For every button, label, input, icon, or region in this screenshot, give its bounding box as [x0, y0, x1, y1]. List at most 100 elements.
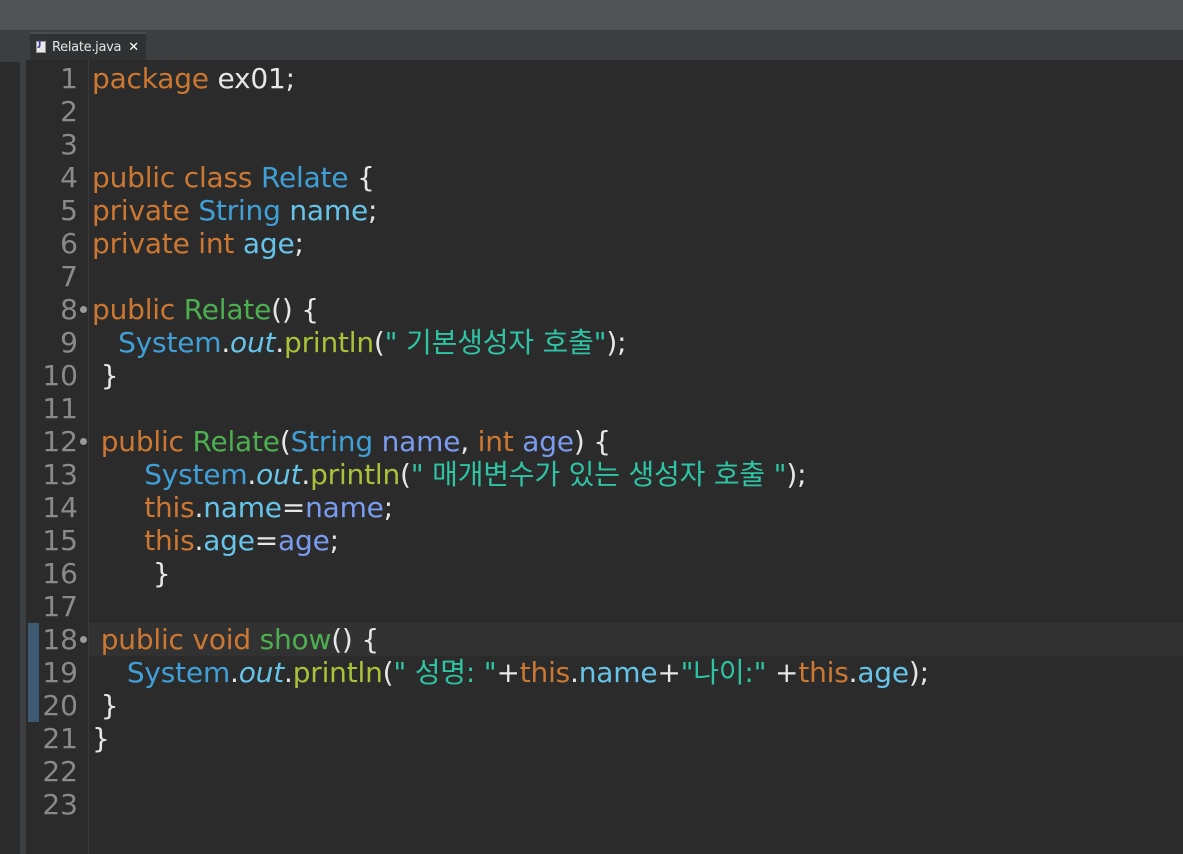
editor-tab-relate-java[interactable]: Relate.java ✕: [30, 32, 146, 60]
fold-toggle-icon[interactable]: [80, 438, 87, 445]
code-line[interactable]: public Relate(String name, int age) {: [92, 425, 611, 458]
code-line[interactable]: }: [92, 689, 119, 722]
code-token: private int: [92, 227, 243, 260]
code-token: +: [657, 656, 681, 689]
code-token: }: [92, 359, 119, 392]
left-panel-strip: [0, 30, 26, 854]
code-line[interactable]: public Relate() {: [92, 293, 319, 326]
code-token: println: [292, 656, 383, 689]
editor-tab-bar: Relate.java ✕: [26, 30, 1183, 60]
line-number: 1: [60, 62, 78, 95]
code-token: System: [118, 326, 222, 359]
code-token: ;: [368, 194, 378, 227]
line-number: 8: [60, 293, 78, 326]
code-token: () {: [331, 623, 379, 656]
code-token: ;: [329, 524, 339, 557]
line-number: 11: [42, 392, 78, 425]
code-line[interactable]: this.age=age;: [92, 524, 339, 557]
code-token: .: [247, 458, 257, 491]
line-number: 15: [42, 524, 78, 557]
code-token: .: [194, 524, 204, 557]
code-line[interactable]: this.name=name;: [92, 491, 393, 524]
code-line[interactable]: System.out.println(" 성명: "+this.name+"나이…: [92, 656, 929, 689]
code-token: out: [238, 656, 284, 689]
code-token: );: [606, 326, 627, 359]
code-token: ;: [294, 227, 304, 260]
line-number: 22: [42, 755, 78, 788]
tab-label: Relate.java: [52, 39, 122, 55]
line-number: 21: [42, 722, 78, 755]
code-token: int: [477, 425, 523, 458]
close-icon[interactable]: ✕: [128, 40, 139, 55]
code-line[interactable]: public class Relate {: [92, 161, 375, 194]
code-token: .: [570, 656, 579, 689]
code-token: public: [92, 425, 193, 458]
code-token: age: [242, 227, 295, 260]
code-token: (: [279, 425, 291, 458]
code-line[interactable]: }: [92, 722, 110, 755]
code-token: age: [522, 425, 574, 458]
code-token: name: [289, 194, 368, 227]
code-token: =: [281, 491, 306, 524]
code-token: name: [381, 425, 461, 458]
code-token: age: [857, 656, 909, 689]
line-number: 5: [60, 194, 78, 227]
line-number: 10: [42, 359, 78, 392]
code-token: );: [786, 458, 807, 491]
fold-toggle-icon[interactable]: [80, 636, 87, 643]
code-token: (: [373, 326, 385, 359]
line-number: 3: [60, 128, 78, 161]
line-number: 16: [42, 557, 78, 590]
line-number: 4: [60, 161, 78, 194]
code-token: public void: [92, 623, 260, 656]
code-token: show: [259, 623, 332, 656]
code-token: out: [230, 326, 276, 359]
code-area[interactable]: package ex01; public class Relate {privat…: [88, 60, 1183, 854]
line-number: 13: [42, 458, 78, 491]
code-line[interactable]: private int age;: [92, 227, 304, 260]
code-token: System: [126, 656, 231, 689]
code-token: =: [254, 524, 279, 557]
fold-toggle-icon[interactable]: [80, 306, 87, 313]
code-line[interactable]: System.out.println(" 기본생성자 호출");: [92, 326, 626, 359]
code-token: Relate: [183, 293, 272, 326]
line-number: 12: [42, 425, 78, 458]
code-line[interactable]: public void show() {: [92, 623, 379, 656]
window-top-bar: [0, 0, 1183, 30]
code-token: Relate: [192, 425, 280, 458]
code-token: .: [230, 656, 239, 689]
code-token: age: [203, 524, 255, 557]
code-token: ;: [383, 491, 393, 524]
code-editor[interactable]: 1 2 3 4 5 6 7 8 9 10 11 12 13 14 15 16 17 18 19 20 21 22 23 pa…: [26, 60, 1183, 854]
code-token: +: [496, 656, 520, 689]
code-token: " 기본생성자 호출": [384, 326, 607, 359]
code-line[interactable]: private String name;: [92, 194, 377, 227]
code-token: Relate: [260, 161, 349, 194]
code-line[interactable]: package ex01;: [92, 62, 295, 95]
code-token: this: [798, 656, 849, 689]
code-token: ex01;: [208, 62, 296, 95]
code-token: ,: [460, 425, 478, 458]
code-token: );: [908, 656, 929, 689]
code-line[interactable]: }: [92, 359, 119, 392]
code-token: " 성명: ": [393, 656, 497, 689]
code-token: }: [92, 722, 110, 755]
code-token: .: [284, 656, 293, 689]
line-number: 20: [42, 689, 78, 722]
code-token: () {: [271, 293, 319, 326]
line-number: 23: [42, 788, 78, 821]
code-token: this: [144, 491, 195, 524]
line-number: 6: [60, 227, 78, 260]
code-token: .: [275, 326, 284, 359]
code-line[interactable]: }: [92, 557, 171, 590]
code-token: this: [519, 656, 571, 689]
code-token: package: [92, 62, 209, 95]
code-token: "나이:": [680, 656, 767, 689]
line-number: 2: [60, 95, 78, 128]
code-line[interactable]: System.out.println(" 매개변수가 있는 생성자 호출 ");: [92, 458, 806, 491]
code-token: .: [194, 491, 204, 524]
